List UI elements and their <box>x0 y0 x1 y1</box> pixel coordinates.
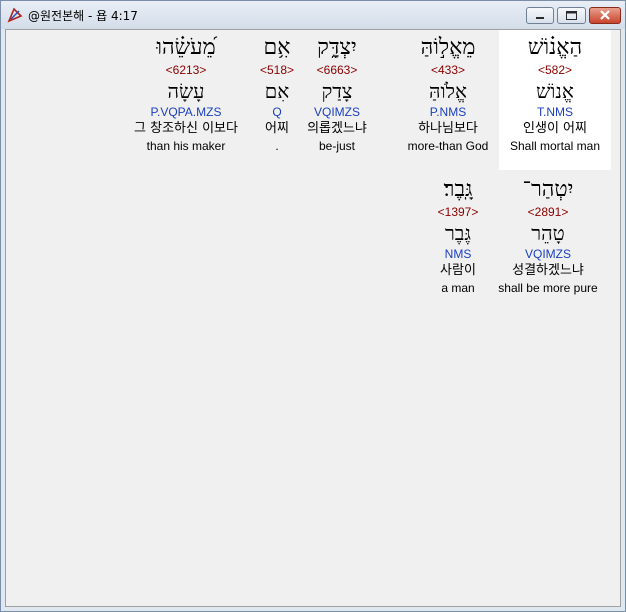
english-gloss: be-just <box>318 139 356 153</box>
korean-gloss: 어찌 <box>265 121 289 136</box>
hebrew-lemma: גֶּבֶר <box>444 221 472 245</box>
english-gloss: Shall mortal man <box>509 139 601 153</box>
korean-gloss: 의롭겠느냐 <box>307 121 367 136</box>
english-gloss: a man <box>441 281 475 295</box>
english-gloss: . <box>275 139 279 153</box>
parsing-code: Q <box>272 105 282 119</box>
word-block[interactable]: מֵ֝עֹשֵׂ֗הוּ <6213> עָשָׂה P.VQPA.MZS 그 … <box>116 30 256 154</box>
hebrew-lemma: אֱנוֹשׁ <box>536 79 574 103</box>
korean-gloss: 하나님보다 <box>418 121 478 136</box>
close-button[interactable] <box>589 7 621 24</box>
korean-gloss: 사람이 <box>440 263 476 278</box>
word-block[interactable]: גָּֽבֶר׃ <1397> גֶּבֶר NMS 사람이 a man <box>418 172 498 296</box>
word-block[interactable]: יִטְהַר־ <2891> טָהֵר VQIMZS 성결하겠느냐 shal… <box>488 172 608 296</box>
interlinear-view[interactable]: הַאֱנ֗וֹשׁ <582> אֱנוֹשׁ T.NMS 인생이 어찌 Sh… <box>5 29 621 607</box>
english-gloss: more-than God <box>407 139 489 153</box>
strong-number[interactable]: <6663> <box>292 62 382 78</box>
parsing-code: P.NMS <box>429 105 467 119</box>
minimize-button[interactable] <box>526 7 554 24</box>
english-gloss: shall be more pure <box>498 281 598 295</box>
strong-number[interactable]: <2891> <box>488 204 608 220</box>
strong-number[interactable]: <518> <box>252 62 302 78</box>
minimize-icon <box>536 17 544 19</box>
maximize-button[interactable] <box>557 7 586 24</box>
hebrew-word: אִ֥ם <box>263 35 291 60</box>
hebrew-lemma: אֱלֹוהַּ <box>429 79 467 103</box>
korean-gloss: 인생이 어찌 <box>523 121 587 136</box>
hebrew-lemma: צָדַק <box>321 79 353 103</box>
word-block[interactable]: הַאֱנ֗וֹשׁ <582> אֱנוֹשׁ T.NMS 인생이 어찌 Sh… <box>499 30 611 170</box>
strong-number[interactable]: <582> <box>499 62 611 78</box>
korean-gloss: 성결하겠느냐 <box>512 263 584 278</box>
hebrew-lemma: טָהֵר <box>531 221 565 245</box>
word-block[interactable]: יִצְדָּ֑ק <6663> צָדַק VQIMZS 의롭겠느냐 be-j… <box>292 30 382 154</box>
parsing-code: VQIMZS <box>524 247 571 261</box>
parsing-code: P.VQPA.MZS <box>150 105 222 119</box>
window-title: @원전본해 - 욥 4:17 <box>28 9 138 23</box>
hebrew-word: יִצְדָּ֑ק <box>317 35 357 60</box>
strong-number[interactable]: <433> <box>388 62 508 78</box>
hebrew-word: גָּֽבֶר׃ <box>443 177 473 202</box>
english-gloss: than his maker <box>146 139 226 153</box>
app-window: @원전본해 - 욥 4:17 הַאֱנ֗וֹשׁ <582> אֱנוֹשׁ … <box>0 0 626 612</box>
close-icon <box>600 10 610 20</box>
parsing-code: NMS <box>444 247 472 261</box>
hebrew-word: הַאֱנ֗וֹשׁ <box>527 35 583 60</box>
maximize-icon <box>566 11 577 20</box>
hebrew-word: יִטְהַר־ <box>522 177 574 202</box>
app-icon <box>7 7 23 23</box>
word-block[interactable]: מֵאֱל֣וֹהַּ <433> אֱלֹוהַּ P.NMS 하나님보다 m… <box>388 30 508 154</box>
hebrew-word: מֵאֱל֣וֹהַּ <box>420 35 476 60</box>
parsing-code: VQIMZS <box>313 105 360 119</box>
hebrew-word: מֵ֝עֹשֵׂ֗הוּ <box>156 35 216 60</box>
word-block[interactable]: אִ֥ם <518> אִם Q 어찌 . <box>252 30 302 154</box>
hebrew-lemma: עָשָׂה <box>167 79 205 103</box>
hebrew-lemma: אִם <box>264 79 290 103</box>
title-bar[interactable]: @원전본해 - 욥 4:17 <box>1 1 625 29</box>
korean-gloss: 그 창조하신 이보다 <box>134 121 238 136</box>
parsing-code: T.NMS <box>537 105 573 119</box>
strong-number[interactable]: <1397> <box>418 204 498 220</box>
strong-number[interactable]: <6213> <box>116 62 256 78</box>
